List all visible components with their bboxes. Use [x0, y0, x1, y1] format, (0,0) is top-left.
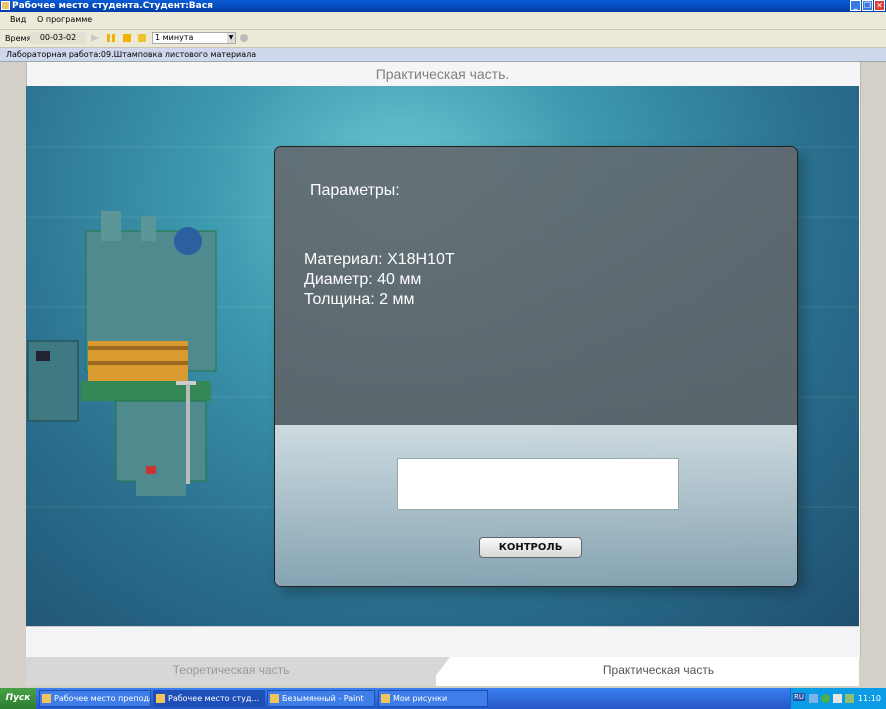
window-title: Рабочее место студента.Студент:Вася: [12, 1, 213, 11]
press-machine-image: [27, 211, 217, 496]
answer-input[interactable]: [397, 458, 679, 510]
menu-about[interactable]: О программе: [37, 15, 92, 24]
update-icon[interactable]: [845, 694, 854, 703]
interval-select-value: 1 минута: [155, 33, 194, 42]
time-display: 00-03-02: [30, 32, 86, 44]
window-icon: [156, 694, 165, 703]
menu-view[interactable]: Вид: [10, 15, 26, 24]
taskbar-item-active[interactable]: Рабочее место студ...: [153, 690, 265, 707]
lab-title-bar: Лабораторная работа:09.Штамповка листово…: [0, 48, 886, 62]
time-label: Время: [5, 34, 32, 43]
restore-button[interactable]: ❐: [862, 0, 873, 11]
window-titlebar: Рабочее место студента.Студент:Вася _ ❐ …: [0, 0, 886, 12]
stop-icon[interactable]: [123, 34, 131, 42]
close-button[interactable]: ✕: [874, 0, 885, 11]
paint-icon: [270, 694, 279, 703]
taskbar-item[interactable]: Рабочее место препода...: [39, 690, 151, 707]
toolbar: Время 00-03-02 1 минута ▼: [0, 30, 886, 48]
refresh-icon[interactable]: [240, 34, 248, 42]
taskbar-item[interactable]: Мои рисунки: [378, 690, 488, 707]
app-icon: [1, 1, 10, 10]
folder-icon[interactable]: [138, 34, 146, 42]
taskbar: Пуск Рабочее место препода... Рабочее ме…: [0, 688, 886, 709]
tab-divider: [428, 657, 450, 686]
taskbar-item[interactable]: Безымянный - Paint: [267, 690, 375, 707]
play-icon[interactable]: [91, 34, 99, 42]
parameters-panel: Параметры: Материал: Х18Н10Т Диаметр: 40…: [274, 146, 798, 587]
diameter-value: Диаметр: 40 мм: [304, 271, 422, 288]
start-button[interactable]: Пуск: [0, 688, 36, 709]
pause-icon[interactable]: [107, 34, 115, 42]
language-indicator[interactable]: RU: [793, 693, 805, 701]
window-icon: [42, 694, 51, 703]
volume-icon[interactable]: [833, 694, 842, 703]
tab-practice[interactable]: Практическая часть: [458, 657, 859, 686]
tab-bar: Теоретическая часть Практическая часть: [26, 657, 859, 686]
network-icon[interactable]: [809, 694, 818, 703]
interval-select[interactable]: 1 минута ▼: [152, 32, 236, 44]
thickness-value: Толщина: 2 мм: [304, 291, 415, 308]
control-button[interactable]: КОНТРОЛЬ: [479, 537, 582, 558]
security-icon[interactable]: [821, 694, 830, 703]
material-value: Материал: Х18Н10Т: [304, 251, 455, 268]
parameters-heading: Параметры:: [310, 182, 400, 199]
folder-icon: [381, 694, 390, 703]
clock: 11:10: [857, 694, 881, 703]
menu-bar: Вид О программе: [0, 12, 886, 30]
minimize-button[interactable]: _: [850, 0, 861, 11]
section-title: Практическая часть.: [375, 66, 510, 82]
system-tray: RU 11:10: [790, 688, 886, 709]
bottom-strip: [26, 626, 859, 657]
tab-theory[interactable]: Теоретическая часть: [26, 657, 436, 686]
chevron-down-icon[interactable]: ▼: [227, 33, 235, 43]
